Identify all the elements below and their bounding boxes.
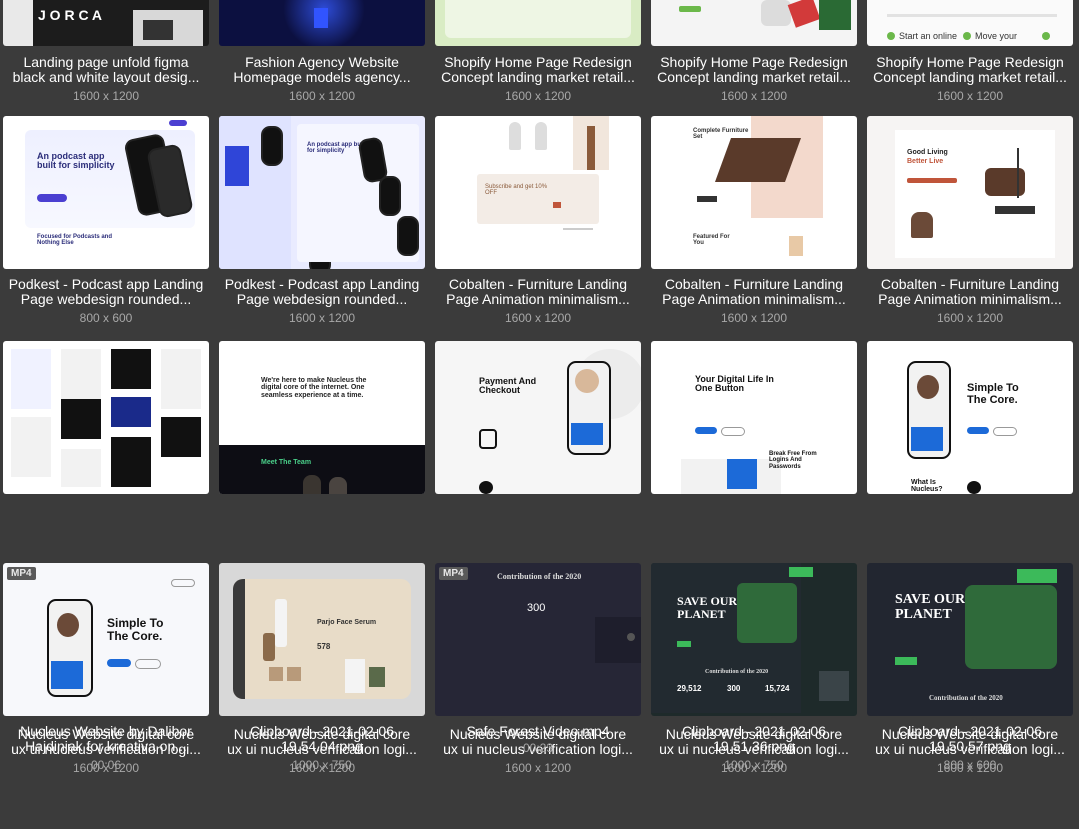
thumbnail[interactable]: Good Living Better Live <box>867 116 1073 269</box>
thumbnail[interactable] <box>219 0 425 46</box>
file-name[interactable]: Safe Forest Video.mp4 <box>429 724 647 739</box>
thumbnail[interactable]: Simple To The Core. What Is Nucleus? <box>867 341 1073 494</box>
file-name[interactable]: Podkest - Podcast app Landing Page webde… <box>213 277 431 307</box>
thumbnail-subtitle: Focused for Podcasts and Nothing Else <box>37 234 113 247</box>
file-name[interactable]: Fashion Agency Website Homepage models a… <box>213 55 431 85</box>
thumbnail[interactable]: Complete Furniture Set Featured For You <box>651 116 857 269</box>
mp4-badge: MP4 <box>439 567 468 580</box>
thumbnail-subtitle: Break Free From Logins And Passwords <box>769 451 817 470</box>
stat-number: 29,512 <box>677 684 702 693</box>
file-dimensions: 1600 x 1200 <box>288 311 356 325</box>
thumbnail-subtitle: What Is Nucleus? <box>911 479 943 494</box>
file-dimensions: 1600 x 1200 <box>720 311 788 325</box>
thumbnail[interactable]: SAVE OUR PLANET Contribution of the 2020 <box>867 563 1073 716</box>
file-name[interactable]: Cobalten - Furniture Landing Page Animat… <box>645 277 863 307</box>
thumbnail[interactable]: Payment And Checkout <box>435 341 641 494</box>
file-dimensions: 1600 x 1200 <box>504 311 572 325</box>
thumbnail-title: Subscribe and get 10% OFF <box>485 184 548 197</box>
thumbnail-title: Simple To The Core. <box>967 382 1019 406</box>
thumbnail[interactable] <box>3 341 209 494</box>
file-name[interactable]: Podkest - Podcast app Landing Page webde… <box>0 277 215 307</box>
thumbnail[interactable]: SAVE OUR PLANET Contribution of the 2020… <box>651 563 857 716</box>
thumbnail-text: Move your <box>975 31 1018 41</box>
thumbnail-title: Parjo Face Serum <box>317 619 377 626</box>
file-name[interactable]: Cobalten - Furniture Landing Page Animat… <box>429 277 647 307</box>
thumbnail[interactable]: Subscribe and get 10% OFF <box>435 116 641 269</box>
thumbnail-title: We're here to make Nucleus the digital c… <box>261 377 367 399</box>
thumbnail-number: 300 <box>527 602 546 614</box>
file-dimensions: 1600 x 1200 <box>720 89 788 103</box>
file-dimensions: 800 x 600 <box>943 758 997 772</box>
thumbnail-title: Contribution of the 2020 <box>497 572 582 581</box>
thumbnail-title: Your Digital Life In One Button <box>695 374 774 394</box>
file-dimensions: 1600 x 1200 <box>936 89 1004 103</box>
thumbnail-number: 578 <box>317 642 331 651</box>
thumbnail-subtitle: Contribution of the 2020 <box>929 694 1003 702</box>
stat-number: 300 <box>727 684 741 693</box>
file-dimensions: 1600 x 1200 <box>504 761 572 775</box>
file-name[interactable]: Clipboard - 2021-02-06 19.50.57.png <box>861 724 1079 754</box>
thumbnail-title: An podcast app built for simplicity <box>37 151 115 171</box>
thumbnail-subtitle: Meet The Team <box>261 459 312 466</box>
file-dimensions: 1600 x 1200 <box>504 89 572 103</box>
thumbnail-title: Good Living <box>907 149 948 156</box>
file-dimensions: 1000 x 750 <box>292 758 352 772</box>
thumbnail-title-accent: Better Live <box>907 158 944 165</box>
file-dimensions: 1600 x 1200 <box>936 311 1004 325</box>
thumbnail-title: Simple To The Core. <box>107 616 164 643</box>
thumbnail-subtitle: Contribution of the 2020 <box>705 669 769 675</box>
thumbnail-title: Payment And Checkout <box>479 376 537 396</box>
file-dimensions: 1000 x 750 <box>724 758 784 772</box>
thumbnail-title: SAVE OUR PLANET <box>895 592 966 622</box>
thumbnail[interactable] <box>651 0 857 46</box>
thumbnail-subtitle: Featured For You <box>693 234 730 247</box>
file-name[interactable]: Clipboard - 2021-02-06 19.51.36.png <box>645 724 863 754</box>
thumbnail[interactable] <box>435 0 641 46</box>
thumbnail[interactable]: We're here to make Nucleus the digital c… <box>219 341 425 494</box>
thumbnail[interactable]: Parjo Face Serum 578 <box>219 563 425 716</box>
file-name[interactable]: Clipboard - 2021-02-06 19.54.04.png <box>213 724 431 754</box>
video-duration: 00:06 <box>90 758 122 772</box>
file-dimensions: 800 x 600 <box>79 311 133 325</box>
file-dimensions: 1600 x 1200 <box>72 89 140 103</box>
thumbnail[interactable]: An podcast app built for simplicity Focu… <box>3 116 209 269</box>
thumbnail[interactable]: Simple To The Core. <box>3 563 209 716</box>
file-name[interactable]: Cobalten - Furniture Landing Page Animat… <box>861 277 1079 307</box>
stat-number: 15,724 <box>765 684 790 693</box>
file-name[interactable]: Landing page unfold figma black and whit… <box>0 55 215 85</box>
thumbnail-text: Start an online <box>899 31 958 41</box>
thumbnail[interactable]: Contribution of the 2020 300 <box>435 563 641 716</box>
thumbnail[interactable]: J O R C A <box>3 0 209 46</box>
mp4-badge: MP4 <box>7 567 36 580</box>
thumbnail[interactable]: Start an online Move your <box>867 0 1073 46</box>
video-duration: 00:23 <box>522 741 554 755</box>
file-name[interactable]: Shopify Home Page Redesign Concept landi… <box>861 55 1079 85</box>
thumbnail[interactable]: An podcast app built for simplicity <box>219 116 425 269</box>
file-name[interactable]: Shopify Home Page Redesign Concept landi… <box>645 55 863 85</box>
file-dimensions: 1600 x 1200 <box>288 89 356 103</box>
file-name[interactable]: Nucleus Website by Dalibor Hajdinjak for… <box>0 724 215 754</box>
file-name[interactable]: Shopify Home Page Redesign Concept landi… <box>429 55 647 85</box>
thumbnail[interactable]: Your Digital Life In One Button Break Fr… <box>651 341 857 494</box>
